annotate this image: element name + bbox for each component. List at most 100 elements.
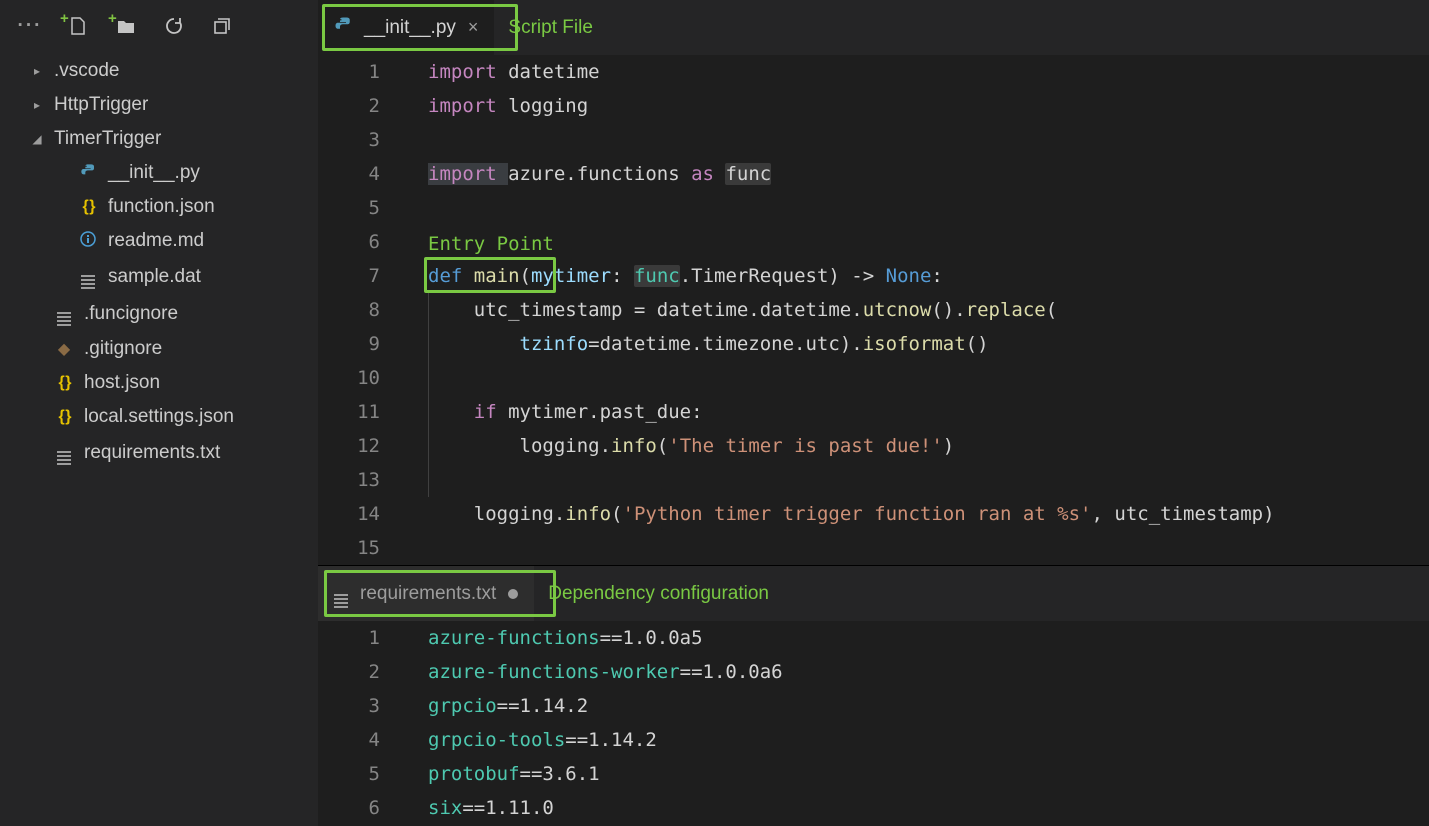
python-icon (80, 163, 96, 184)
code-content (408, 361, 439, 395)
line-number: 8 (318, 293, 408, 327)
code-line: 5protobuf==3.6.1 (318, 757, 1429, 791)
code-content: import logging (408, 89, 588, 123)
line-number: 10 (318, 361, 408, 395)
callout-script-file: Script File (508, 17, 592, 39)
info-icon (80, 231, 96, 252)
twisty-icon: ▸ (30, 98, 44, 112)
tree-label: HttpTrigger (54, 94, 148, 116)
tree-folder[interactable]: ◢ TimerTrigger (0, 122, 318, 156)
tree-label: host.json (84, 372, 160, 394)
code-content: def main(mytimer: func.TimerRequest) -> … (408, 259, 943, 293)
line-number: 2 (318, 89, 408, 123)
code-content: azure-functions-worker==1.0.0a6 (408, 655, 783, 689)
code-editor-init-py[interactable]: 1import datetime2import logging3 4import… (318, 55, 1429, 565)
text-file-icon (57, 440, 71, 465)
json-icon: { } (83, 198, 94, 216)
callout-dependency-config: Dependency configuration (548, 583, 769, 605)
new-file-icon[interactable]: + (66, 14, 90, 38)
code-line: 2azure-functions-worker==1.0.0a6 (318, 655, 1429, 689)
code-content: azure-functions==1.0.0a5 (408, 621, 703, 655)
tree-file[interactable]: requirements.txt (0, 434, 318, 471)
line-number: 9 (318, 327, 408, 361)
json-icon: { } (59, 374, 70, 392)
line-number: 4 (318, 157, 408, 191)
file-tree: ▸ .vscode ▸ HttpTrigger ◢ TimerTrigger __init_… (0, 50, 318, 475)
tree-file[interactable]: __init__.py (0, 156, 318, 190)
line-number: 7 (318, 259, 408, 293)
line-number: 13 (318, 463, 408, 497)
code-line: 9 tzinfo=datetime.timezone.utc).isoforma… (318, 327, 1429, 361)
line-number: 11 (318, 395, 408, 429)
twisty-icon: ▸ (30, 64, 44, 78)
code-content: six==1.11.0 (408, 791, 554, 825)
code-content: tzinfo=datetime.timezone.utc).isoformat(… (408, 327, 989, 361)
line-number: 4 (318, 723, 408, 757)
python-icon (334, 16, 352, 40)
tree-label: readme.md (108, 230, 204, 252)
tree-file[interactable]: readme.md (0, 224, 318, 258)
editor-tabbar-top: __init__.py × Script File (318, 0, 1429, 55)
tab-requirements-txt[interactable]: requirements.txt (318, 566, 534, 621)
tree-file[interactable]: ◆ .gitignore (0, 332, 318, 366)
close-icon[interactable]: × (468, 17, 479, 38)
code-line: 10 (318, 361, 1429, 395)
code-line: 1azure-functions==1.0.0a5 (318, 621, 1429, 655)
dirty-indicator-icon (508, 589, 518, 599)
line-number: 3 (318, 123, 408, 157)
code-line: 3 (318, 123, 1429, 157)
line-number: 1 (318, 55, 408, 89)
code-editor-requirements[interactable]: 1azure-functions==1.0.0a52azure-function… (318, 621, 1429, 825)
code-content: import datetime (408, 55, 600, 89)
tree-file[interactable]: { } local.settings.json (0, 400, 318, 434)
code-content (408, 463, 439, 497)
text-file-icon (57, 301, 71, 326)
tree-folder[interactable]: ▸ .vscode (0, 54, 318, 88)
refresh-icon[interactable] (162, 14, 186, 38)
code-line: 6six==1.11.0 (318, 791, 1429, 825)
code-line: 8 utc_timestamp = datetime.datetime.utcn… (318, 293, 1429, 327)
tree-label: sample.dat (108, 266, 201, 288)
tree-label: TimerTrigger (54, 128, 161, 150)
line-number: 5 (318, 191, 408, 225)
code-content: if mytimer.past_due: (408, 395, 703, 429)
tab-label: __init__.py (364, 17, 456, 39)
tree-label: .funcignore (84, 303, 178, 325)
code-line: 3grpcio==1.14.2 (318, 689, 1429, 723)
json-icon: { } (59, 408, 70, 426)
code-line: 4import azure.functions as func (318, 157, 1429, 191)
code-content: logging.info('The timer is past due!') (408, 429, 954, 463)
tree-label: function.json (108, 196, 215, 218)
line-number: 12 (318, 429, 408, 463)
line-number: 1 (318, 621, 408, 655)
tree-file[interactable]: { } function.json (0, 190, 318, 224)
code-line: 4grpcio-tools==1.14.2 (318, 723, 1429, 757)
code-content (408, 531, 439, 565)
code-line: 7def main(mytimer: func.TimerRequest) ->… (318, 259, 1429, 293)
editor-tabbar-bottom: requirements.txt Dependency configuratio… (318, 566, 1429, 621)
tree-label: .gitignore (84, 338, 162, 360)
line-number: 5 (318, 757, 408, 791)
code-line: 1import datetime (318, 55, 1429, 89)
line-number: 3 (318, 689, 408, 723)
tab-init-py[interactable]: __init__.py × (318, 0, 494, 55)
tree-label: .vscode (54, 60, 119, 82)
code-content (408, 191, 439, 225)
more-actions-icon[interactable]: ··· (18, 14, 42, 38)
tree-file[interactable]: { } host.json (0, 366, 318, 400)
code-line: 2import logging (318, 89, 1429, 123)
code-content: protobuf==3.6.1 (408, 757, 600, 791)
tree-file[interactable]: .funcignore (0, 295, 318, 332)
new-folder-icon[interactable]: + (114, 14, 138, 38)
collapse-all-icon[interactable] (210, 14, 234, 38)
git-icon: ◆ (58, 339, 70, 359)
text-file-icon (81, 264, 95, 289)
code-content: grpcio==1.14.2 (408, 689, 588, 723)
twisty-icon: ◢ (30, 132, 44, 146)
line-number: 6 (318, 791, 408, 825)
tree-file[interactable]: sample.dat (0, 258, 318, 295)
text-file-icon (334, 580, 348, 608)
tree-folder[interactable]: ▸ HttpTrigger (0, 88, 318, 122)
code-line: 12 logging.info('The timer is past due!'… (318, 429, 1429, 463)
tree-label: local.settings.json (84, 406, 234, 428)
